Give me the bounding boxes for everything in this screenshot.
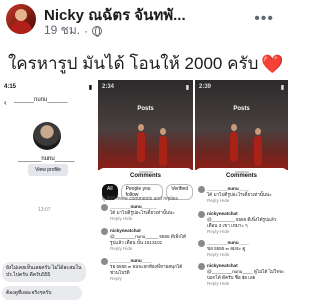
profile-username: ______nunu______ bbox=[14, 97, 68, 103]
chat-message-2: ต้องดูที่เยอะจริงๆครับ bbox=[2, 286, 82, 300]
status-time: 2:34 bbox=[102, 84, 115, 90]
comment-item: nickyneatchat @________nunu_____ 5555 ดี… bbox=[101, 228, 191, 252]
back-arrow-icon: ‹ bbox=[4, 98, 7, 107]
status-bar: 2:34 ▮ bbox=[98, 80, 193, 94]
comments-sheet: Comments ________nunu____ ได้ มาไปดีรูปอ… bbox=[195, 168, 288, 300]
globe-icon bbox=[92, 25, 103, 37]
comment-text: @________nunu____ ดูไม่ได้ ไม่ใจจะบอกได้… bbox=[207, 269, 285, 280]
photo-grid[interactable]: 4:15 ▮ ‹ ______nunu______ _______nunu___… bbox=[0, 80, 288, 300]
post-caption: ใครหารูป มันได้ โอนให้ 2000 ครับ ❤️ bbox=[8, 50, 284, 77]
posts-title: Posts bbox=[233, 106, 250, 112]
comments-title: Comments bbox=[225, 173, 257, 179]
commenter-avatar bbox=[101, 258, 108, 265]
battery-icon: ▮ bbox=[88, 85, 92, 91]
player-figure bbox=[254, 136, 262, 166]
comment-actions: Reply Hide bbox=[207, 229, 230, 234]
comment-actions: Reply Hide bbox=[207, 198, 230, 203]
more-comments-link: ดู 458 more comments and replies bbox=[102, 196, 179, 202]
commenter-avatar bbox=[101, 228, 108, 235]
heart-emoji-icon: ❤️ bbox=[261, 54, 284, 74]
screenshot-comments-1[interactable]: Posts 2:34 ▮ Comments All People you fol… bbox=[98, 80, 193, 300]
comment-actions: Reply Hide bbox=[110, 246, 133, 251]
more-dots-icon[interactable]: ••• bbox=[254, 10, 274, 28]
player-figure bbox=[137, 132, 145, 162]
post-time[interactable]: 19 ชม. bbox=[44, 21, 80, 40]
comment-actions: Reply Hide bbox=[207, 281, 230, 286]
player-head bbox=[255, 128, 261, 135]
comments-title: Comments bbox=[129, 173, 161, 179]
commenter-avatar bbox=[198, 211, 205, 218]
comment-actions: Reply Hide bbox=[207, 252, 230, 257]
player-figure bbox=[159, 136, 167, 166]
posts-header: Posts bbox=[195, 106, 288, 112]
comment-item: ________nunu______ ได้ มาไปดีรูปอะไรเดี๋… bbox=[101, 204, 191, 222]
player-head bbox=[138, 124, 144, 131]
comment-text: รอ 5555 ๓ ลมจะยกท้องพี่หายสนุกได้ชวนโปรด… bbox=[110, 264, 183, 275]
comment-actions: Reply bbox=[110, 276, 122, 281]
profile-avatar bbox=[33, 122, 61, 150]
view-profile-button: View profile bbox=[28, 164, 68, 176]
profile-name: _______nunu______ bbox=[18, 156, 75, 162]
battery-icon: ▮ bbox=[280, 85, 284, 91]
post-header: Nicky ณฉัตร จันทพั... 19 ชม. · ••• bbox=[0, 0, 288, 38]
commenter-avatar bbox=[198, 240, 205, 247]
comment-text: @________nunu_____ 5555 ดีเพิ่งได้รูปแล้… bbox=[110, 234, 186, 245]
comment-actions: Reply Hide bbox=[110, 216, 133, 221]
screenshot-profile[interactable]: 4:15 ▮ ‹ ______nunu______ _______nunu___… bbox=[0, 80, 96, 300]
screenshot-comments-2[interactable]: Posts 2:39 ▮ Comments ________nunu____ ไ… bbox=[195, 80, 288, 300]
battery-icon: ▮ bbox=[185, 85, 189, 91]
comment-text: @_________ 5555 ดีเพิ่งได้รูปแล้ว เดือน … bbox=[207, 217, 277, 228]
comments-sheet: Comments All People you follow Verified … bbox=[98, 168, 193, 300]
posts-title: Posts bbox=[137, 106, 154, 112]
commenter-avatar bbox=[198, 186, 205, 193]
separator-dot: · bbox=[84, 23, 89, 38]
status-time: 2:39 bbox=[199, 84, 212, 90]
avatar-face bbox=[15, 9, 27, 21]
comment-item: ________nunu____ ได้ มาไปดีรูปอะไรเดี๋ยว… bbox=[198, 186, 286, 204]
author-avatar[interactable] bbox=[6, 4, 36, 34]
player-figure bbox=[230, 132, 238, 162]
comment-item: ________nunu____ ขอ 5555 ๓ ลมจะ ดู Reply… bbox=[198, 240, 286, 258]
commenter-avatar bbox=[101, 204, 108, 211]
player-head bbox=[231, 124, 237, 131]
comment-item: nickyneatchat @________nunu____ ดูไม่ได้… bbox=[198, 263, 286, 287]
post-meta: 19 ชม. · bbox=[44, 21, 103, 40]
chat-timestamp: 13:07 bbox=[38, 207, 51, 213]
posts-header: Posts bbox=[98, 106, 193, 112]
player-head bbox=[160, 128, 166, 135]
commenter-avatar bbox=[198, 263, 205, 270]
caption-text: ใครหารูป มันได้ โอนให้ 2000 ครับ bbox=[8, 54, 259, 73]
comment-item: ________nunu____ รอ 5555 ๓ ลมจะยกท้องพี่… bbox=[101, 258, 191, 282]
status-bar: 2:39 ▮ bbox=[195, 80, 288, 94]
chat-message-1: ยังไม่เคยเห็นเลยครับ ไม่ได้สะสมในปร.ไปคร… bbox=[2, 262, 86, 282]
status-bar: 4:15 ▮ bbox=[0, 80, 96, 94]
status-time: 4:15 bbox=[4, 84, 17, 90]
comment-item: nickyneatchat @_________ 5555 ดีเพิ่งได้… bbox=[198, 211, 286, 235]
avatar-shirt bbox=[10, 21, 32, 34]
